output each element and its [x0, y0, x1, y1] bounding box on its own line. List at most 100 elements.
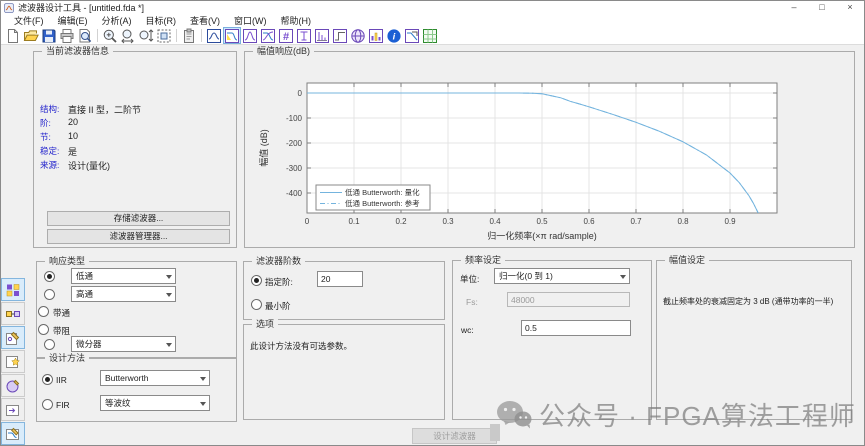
fir-radio[interactable] — [42, 399, 53, 410]
menu-item-view[interactable]: 查看(V) — [183, 14, 227, 27]
store-filter-button[interactable]: 存储滤波器... — [47, 211, 230, 226]
svg-text:0.9: 0.9 — [724, 217, 736, 226]
ui-artifact — [490, 424, 500, 441]
title-bar: 滤波器设计工具 - [untitled.fda *] – □ × — [1, 1, 864, 14]
window-title: 滤波器设计工具 - [untitled.fda *] — [18, 1, 144, 14]
sections-label: 节: — [40, 131, 51, 143]
menu-item-analysis[interactable]: 分析(A) — [95, 14, 139, 27]
magnitude-phase-icon[interactable] — [259, 27, 277, 44]
magnitude-specs-panel: 幅值设定 — [656, 260, 852, 420]
specify-order-radio[interactable] — [251, 275, 262, 286]
lowpass-dropdown[interactable]: 低通 — [71, 268, 176, 284]
design-margin-icon[interactable] — [421, 27, 439, 44]
panel-title: 响应类型 — [45, 256, 89, 266]
magnitude-response-panel: 幅值响应(dB) 00.10.20.30.40.50.60.70.80.90-1… — [244, 51, 855, 248]
differentiator-radio[interactable] — [44, 339, 55, 350]
svg-text:0.8: 0.8 — [677, 217, 689, 226]
svg-text:i: i — [393, 31, 396, 42]
differentiator-dropdown[interactable]: 微分器 — [71, 336, 176, 352]
fir-method-dropdown[interactable]: 等波纹 — [100, 395, 210, 411]
toolbar: #i — [1, 27, 864, 45]
bandstop-label: 带阻 — [53, 325, 70, 337]
menu-item-window[interactable]: 窗口(W) — [227, 14, 274, 27]
menu-item-edit[interactable]: 编辑(E) — [51, 14, 95, 27]
design-filter-panel-button[interactable] — [1, 422, 25, 445]
coefficients-icon[interactable] — [367, 27, 385, 44]
design-filter-button[interactable]: 设计滤波器 — [412, 428, 497, 444]
realize-model-button[interactable] — [1, 302, 25, 325]
menu-item-file[interactable]: 文件(F) — [7, 14, 51, 27]
print-preview-icon[interactable] — [76, 27, 94, 44]
print-icon[interactable] — [58, 27, 76, 44]
copy-figure-icon[interactable] — [180, 27, 198, 44]
options-text: 此设计方法没有可选参数。 — [250, 340, 352, 352]
iir-label: IIR — [56, 375, 67, 385]
svg-text:0.4: 0.4 — [489, 217, 501, 226]
menu-item-targets[interactable]: 目标(R) — [139, 14, 184, 27]
import-filter-button[interactable] — [1, 350, 25, 373]
chevron-down-icon — [166, 275, 172, 279]
svg-text:0.5: 0.5 — [536, 217, 548, 226]
multirate-filter-button[interactable] — [1, 398, 25, 421]
zoom-y-icon[interactable] — [137, 27, 155, 44]
fs-input — [507, 292, 630, 307]
filter-info-icon[interactable]: i — [385, 27, 403, 44]
zoom-in-icon[interactable] — [101, 27, 119, 44]
order-input[interactable] — [317, 271, 363, 287]
panel-title: 滤波器阶数 — [252, 256, 305, 266]
highpass-radio[interactable] — [44, 289, 55, 300]
stable-label: 稳定: — [40, 145, 59, 157]
chevron-down-icon — [166, 343, 172, 347]
svg-text:0.6: 0.6 — [583, 217, 595, 226]
bandpass-radio[interactable] — [38, 306, 49, 317]
restore-default-view-icon[interactable] — [155, 27, 173, 44]
magnitude-response-icon[interactable] — [223, 27, 241, 44]
filter-manager-button[interactable]: 滤波器管理器... — [47, 229, 230, 244]
wc-input[interactable] — [521, 320, 631, 336]
stable-value: 是 — [68, 145, 77, 158]
pole-zero-editor-button[interactable] — [1, 326, 25, 349]
panel-title: 频率设定 — [461, 255, 505, 265]
iir-radio[interactable] — [42, 374, 53, 385]
svg-text:0: 0 — [305, 217, 310, 226]
specify-order-label: 指定阶: — [265, 276, 293, 288]
zoom-x-icon[interactable] — [119, 27, 137, 44]
side-toolbar — [1, 278, 26, 446]
lowpass-radio[interactable] — [44, 271, 55, 282]
menu-item-help[interactable]: 帮助(H) — [274, 14, 319, 27]
full-view-analysis-icon[interactable] — [205, 27, 223, 44]
minimize-button[interactable]: – — [780, 1, 808, 14]
pole-zero-icon[interactable] — [349, 27, 367, 44]
step-response-icon[interactable] — [331, 27, 349, 44]
structure-value: 直接 II 型，二阶节 — [68, 103, 141, 116]
iir-method-dropdown[interactable]: Butterworth — [100, 370, 210, 386]
set-quantization-parameters-button[interactable] — [1, 278, 25, 301]
close-button[interactable]: × — [836, 1, 864, 14]
minimum-order-radio[interactable] — [251, 299, 262, 310]
units-dropdown[interactable]: 归一化(0 到 1) — [494, 268, 630, 284]
fir-label: FIR — [56, 400, 70, 410]
design-method-panel: 设计方法 — [36, 358, 237, 422]
phase-response-icon[interactable] — [241, 27, 259, 44]
open-file-icon[interactable] — [22, 27, 40, 44]
source-value: 设计(量化) — [68, 159, 110, 172]
bandstop-radio[interactable] — [38, 324, 49, 335]
frequency-specs-panel: 频率设定 — [452, 260, 652, 420]
chevron-down-icon — [200, 377, 206, 381]
svg-text:0.1: 0.1 — [348, 217, 360, 226]
panel-title: 幅值设定 — [665, 255, 709, 265]
group-delay-icon[interactable]: # — [277, 27, 295, 44]
maximize-button[interactable]: □ — [808, 1, 836, 14]
highpass-dropdown[interactable]: 高通 — [71, 286, 176, 302]
svg-text:低通 Butterworth: 量化: 低通 Butterworth: 量化 — [345, 187, 420, 197]
panel-title: 选项 — [252, 319, 278, 329]
impulse-response-icon[interactable] — [313, 27, 331, 44]
fs-label: Fs: — [466, 297, 478, 307]
new-file-icon[interactable] — [4, 27, 22, 44]
spec-mask-icon[interactable] — [403, 27, 421, 44]
sections-value: 10 — [68, 131, 78, 141]
phase-delay-icon[interactable] — [295, 27, 313, 44]
transform-filter-button[interactable] — [1, 374, 25, 397]
save-icon[interactable] — [40, 27, 58, 44]
svg-text:-300: -300 — [286, 164, 303, 173]
